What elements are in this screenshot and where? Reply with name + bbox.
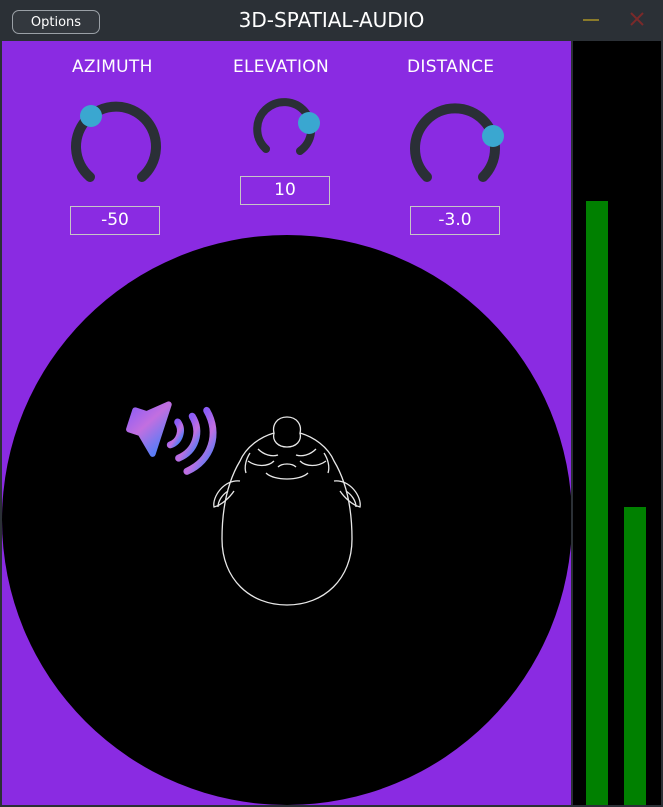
elevation-value-field[interactable]: 10 [240, 176, 330, 205]
window-title: 3D-SPATIAL-AUDIO [238, 8, 425, 32]
minimize-icon[interactable] [582, 10, 600, 28]
azimuth-value-field[interactable]: -50 [70, 206, 160, 235]
title-bar: Options 3D-SPATIAL-AUDIO [0, 0, 663, 41]
level-meter-right [624, 507, 646, 805]
azimuth-label: AZIMUTH [72, 57, 153, 77]
distance-value-field[interactable]: -3.0 [410, 206, 500, 235]
spatial-panel: AZIMUTH -50 ELEVATION 10 DISTANCE -3.0 [2, 41, 571, 805]
distance-knob-thumb[interactable] [482, 125, 504, 147]
spatial-stage[interactable] [2, 235, 571, 805]
app-window: Options 3D-SPATIAL-AUDIO AZIMUTH -50 ELE… [0, 0, 663, 807]
level-meter-left [586, 201, 608, 805]
elevation-knob-thumb[interactable] [298, 112, 320, 134]
distance-label: DISTANCE [407, 57, 495, 77]
close-icon[interactable] [628, 10, 646, 28]
stage-circle [2, 235, 571, 805]
elevation-label: ELEVATION [233, 57, 330, 77]
distance-knob[interactable] [407, 97, 507, 193]
azimuth-knob[interactable] [68, 97, 164, 193]
elevation-knob[interactable] [252, 97, 322, 167]
level-meter-panel [573, 41, 661, 805]
azimuth-knob-thumb[interactable] [80, 105, 102, 127]
